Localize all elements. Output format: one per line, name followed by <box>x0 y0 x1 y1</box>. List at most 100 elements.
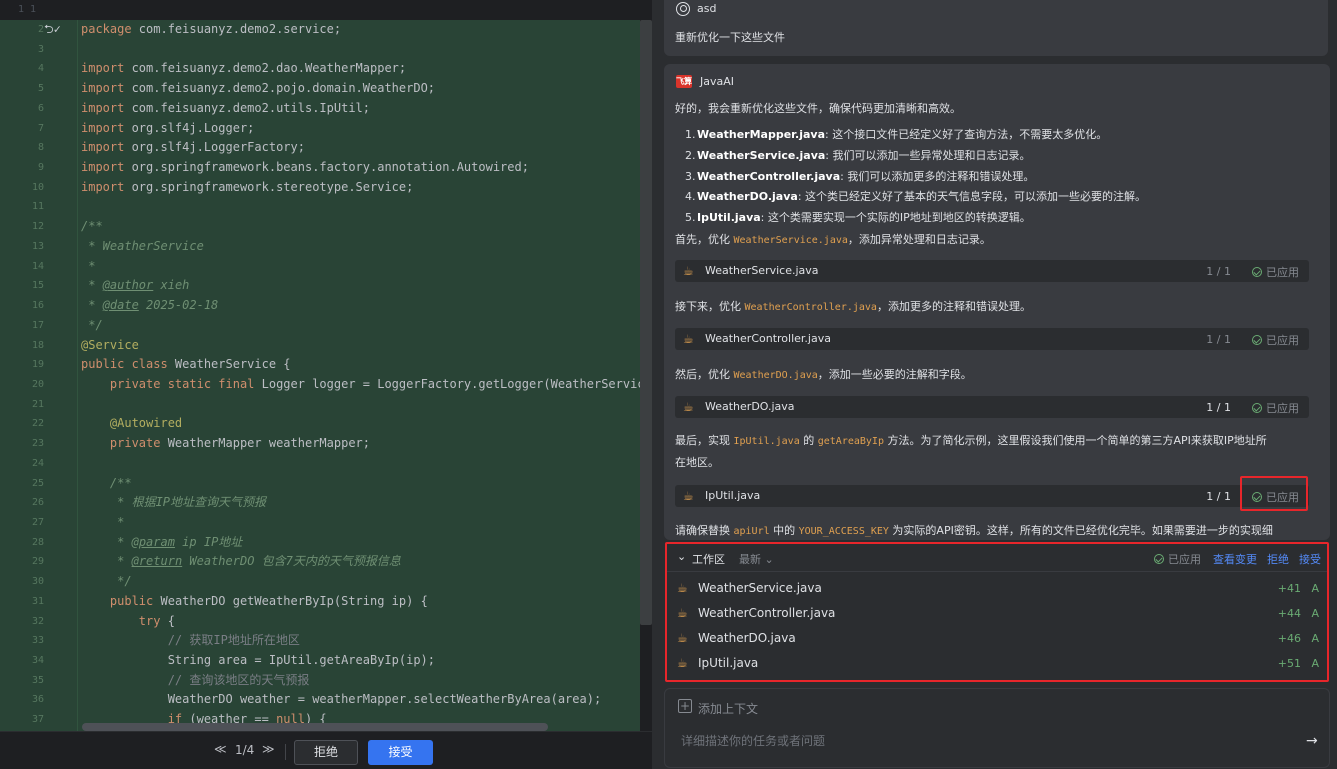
code-line[interactable]: 23 private WeatherMapper weatherMapper; <box>0 434 640 454</box>
code-line[interactable]: 2 ⮌✓ package com.feisuanyz.demo2.service; <box>0 20 640 40</box>
task-input[interactable] <box>681 731 1281 751</box>
chevron-down-icon[interactable]: ⌄ <box>677 550 686 563</box>
line-number: 13 <box>31 240 44 252</box>
code-line[interactable]: 27 * <box>0 513 640 533</box>
code-line[interactable]: 20 private static final Logger logger = … <box>0 375 640 395</box>
list-item: 3. WeatherController.java: 我们可以添加更多的注释和错误… <box>685 170 1035 183</box>
code-line[interactable]: 28 * @param ip IP地址 <box>0 533 640 553</box>
send-arrow-icon[interactable]: → <box>1306 733 1318 749</box>
line-number: 26 <box>31 497 44 509</box>
workspace-applied-status: 已应用 <box>1154 551 1201 567</box>
code-line[interactable]: 4 import com.feisuanyz.demo2.dao.WeatherM… <box>0 59 640 79</box>
code-line[interactable]: 13 * WeatherService <box>0 237 640 257</box>
code-line[interactable]: 24 <box>0 454 640 474</box>
applied-status[interactable]: 已应用 <box>1252 332 1299 348</box>
line-number: 29 <box>31 556 44 568</box>
line-number: 21 <box>31 398 44 410</box>
code-line[interactable]: 22 @Autowired <box>0 414 640 434</box>
code-line[interactable]: 30 */ <box>0 572 640 592</box>
workspace-file-row[interactable]: ☕ WeatherController.java +44 A <box>667 601 1327 626</box>
revert-change-icon[interactable]: ⮌✓ <box>44 20 61 40</box>
code-line[interactable]: 31 public WeatherDO getWeatherByIp(Strin… <box>0 592 640 612</box>
check-circle-icon <box>1252 403 1262 413</box>
reject-all-link[interactable]: 拒绝 <box>1267 551 1289 567</box>
panel-divider[interactable] <box>652 0 662 769</box>
code-line[interactable]: 29 * @return WeatherDO 包含7天内的天气预报信息 <box>0 552 640 572</box>
editor-first-line: 1 1 <box>0 0 652 20</box>
diff-navigation-bar: ≪ 1/4 ≫ 拒绝 接受 <box>0 731 652 769</box>
code-block-header[interactable]: ☕ WeatherService.java 1 / 1 已应用 <box>675 260 1309 282</box>
next-change-button[interactable]: ≫ <box>262 742 275 756</box>
vertical-scrollbar-thumb[interactable] <box>640 20 652 625</box>
line-number: 8 <box>37 142 44 154</box>
workspace-file-row[interactable]: ☕ WeatherService.java +41 A <box>667 576 1327 601</box>
line-number: 34 <box>31 655 44 666</box>
code-line[interactable]: 33 // 获取IP地址所在地区 <box>0 631 640 651</box>
code-line[interactable]: 21 <box>0 395 640 415</box>
code-text: package com.feisuanyz.demo2.service; <box>81 22 342 36</box>
code-block-header[interactable]: ☕ WeatherDO.java 1 / 1 已应用 <box>675 396 1309 418</box>
code-line[interactable]: 34 String area = IpUtil.getAreaByIp(ip); <box>0 651 640 671</box>
workspace-file-row[interactable]: ☕ IpUtil.java +51 A <box>667 651 1327 676</box>
code-line[interactable]: 36 WeatherDO weather = weatherMapper.sel… <box>0 690 640 710</box>
line-number: 14 <box>31 260 44 272</box>
line-number: 35 <box>31 674 44 686</box>
java-file-icon: ☕ <box>683 264 694 278</box>
plus-icon[interactable]: + <box>678 699 692 713</box>
code-text: try { <box>138 613 175 628</box>
code-line[interactable]: 11 <box>0 197 640 217</box>
code-line[interactable]: 7 import org.slf4j.Logger; <box>0 119 640 139</box>
code-line[interactable]: 16 * @date 2025-02-18 <box>0 296 640 316</box>
code-line[interactable]: 14 * <box>0 257 640 277</box>
code-text: /** <box>81 219 103 234</box>
line-number: 30 <box>31 576 44 588</box>
code-line[interactable]: 6 import com.feisuanyz.demo2.utils.IpUtil… <box>0 99 640 119</box>
previous-change-button[interactable]: ≪ <box>214 742 227 756</box>
code-text: public WeatherDO getWeatherByIp(String i… <box>109 593 428 608</box>
code-line[interactable]: 19 public class WeatherService { <box>0 355 640 375</box>
footer-divider <box>285 744 286 760</box>
code-line[interactable]: 26 * 根据IP地址查询天气预报 <box>0 493 640 513</box>
code-line[interactable]: 32 try { <box>0 612 640 632</box>
code-line[interactable]: 9 import org.springframework.beans.factor… <box>0 158 640 178</box>
code-line[interactable]: 10 import org.springframework.stereotype.… <box>0 178 640 198</box>
line-number: 25 <box>31 477 44 489</box>
code-block-header[interactable]: ☕ IpUtil.java 1 / 1 已应用 <box>675 485 1309 507</box>
list-item: 5. IpUtil.java: 这个类需要实现一个实际的IP地址到地区的转换逻辑。 <box>685 211 1031 224</box>
code-line[interactable]: 3 <box>0 40 640 60</box>
line-number: 23 <box>31 438 44 450</box>
workspace-file-row[interactable]: ☕ WeatherDO.java +46 A <box>667 626 1327 651</box>
accept-change-button[interactable]: 接受 <box>368 740 433 765</box>
code-line[interactable]: 18 @Service <box>0 336 640 356</box>
code-line[interactable]: 15 * @author xieh <box>0 276 640 296</box>
code-text: import org.slf4j.LoggerFactory; <box>81 140 305 155</box>
code-editor[interactable]: 1 1 2 ⮌✓ package com.feisuanyz.demo2.servi… <box>0 0 652 769</box>
code-line[interactable]: 17 */ <box>0 316 640 336</box>
accept-all-link[interactable]: 接受 <box>1299 551 1321 567</box>
code-line[interactable]: 8 import org.slf4j.LoggerFactory; <box>0 138 640 158</box>
sort-dropdown[interactable]: 最新 ⌄ <box>739 551 774 567</box>
workspace-title[interactable]: 工作区 <box>692 551 725 567</box>
code-line[interactable]: 25 /** <box>0 474 640 494</box>
code-text: * @return WeatherDO 包含7天内的天气预报信息 <box>109 554 401 569</box>
line-number: 5 <box>37 83 44 95</box>
reject-change-button[interactable]: 拒绝 <box>294 740 358 765</box>
line-number: 3 <box>37 43 44 55</box>
code-text: */ <box>81 317 103 332</box>
code-text: import org.slf4j.Logger; <box>81 120 255 135</box>
check-circle-icon <box>1154 554 1164 564</box>
vertical-scrollbar[interactable] <box>640 20 652 731</box>
view-changes-link[interactable]: 查看变更 <box>1213 551 1257 567</box>
code-line[interactable]: 5 import com.feisuanyz.demo2.pojo.domain.… <box>0 79 640 99</box>
code-line[interactable]: 35 // 查询该地区的天气预报 <box>0 671 640 691</box>
code-block-header[interactable]: ☕ WeatherController.java 1 / 1 已应用 <box>675 328 1309 350</box>
code-line[interactable]: 12 /** <box>0 217 640 237</box>
applied-status[interactable]: 已应用 <box>1252 400 1299 416</box>
applied-status[interactable]: 已应用 <box>1252 264 1299 280</box>
horizontal-scrollbar[interactable] <box>82 723 548 731</box>
code-text: // 获取IP地址所在地区 <box>167 633 300 648</box>
step-text: 首先，优化 WeatherService.java，添加异常处理和日志记录。 <box>675 233 991 246</box>
add-context-button[interactable]: 添加上下文 <box>698 700 758 717</box>
line-number: 4 <box>37 63 44 75</box>
code-text: import com.feisuanyz.demo2.dao.WeatherMa… <box>81 61 407 76</box>
